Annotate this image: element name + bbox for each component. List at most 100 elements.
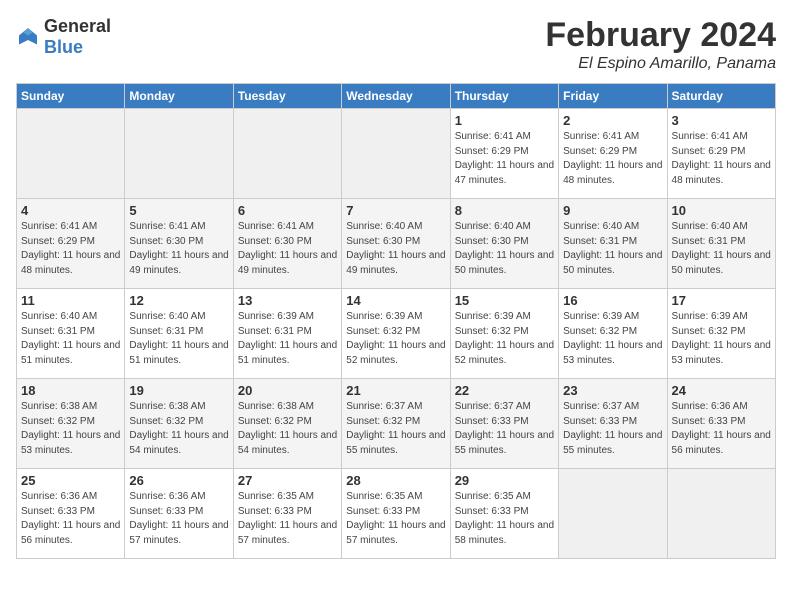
calendar-cell: 3 Sunrise: 6:41 AMSunset: 6:29 PMDayligh… [667, 109, 775, 199]
calendar-cell [667, 469, 775, 559]
day-info: Sunrise: 6:41 AMSunset: 6:29 PMDaylight:… [21, 221, 120, 276]
calendar-cell: 6 Sunrise: 6:41 AMSunset: 6:30 PMDayligh… [233, 199, 341, 289]
day-number: 27 [238, 473, 337, 488]
day-info: Sunrise: 6:38 AMSunset: 6:32 PMDaylight:… [129, 401, 228, 456]
day-info: Sunrise: 6:39 AMSunset: 6:32 PMDaylight:… [563, 311, 662, 366]
logo-general-text: General [44, 16, 111, 36]
day-info: Sunrise: 6:39 AMSunset: 6:32 PMDaylight:… [455, 311, 554, 366]
day-info: Sunrise: 6:41 AMSunset: 6:29 PMDaylight:… [563, 131, 662, 186]
day-number: 26 [129, 473, 228, 488]
day-number: 23 [563, 383, 662, 398]
day-number: 24 [672, 383, 771, 398]
day-number: 25 [21, 473, 120, 488]
calendar-cell: 23 Sunrise: 6:37 AMSunset: 6:33 PMDaylig… [559, 379, 667, 469]
day-info: Sunrise: 6:36 AMSunset: 6:33 PMDaylight:… [21, 491, 120, 546]
calendar-cell [233, 109, 341, 199]
day-info: Sunrise: 6:35 AMSunset: 6:33 PMDaylight:… [238, 491, 337, 546]
day-info: Sunrise: 6:41 AMSunset: 6:29 PMDaylight:… [455, 131, 554, 186]
day-number: 18 [21, 383, 120, 398]
weekday-header-monday: Monday [125, 84, 233, 109]
weekday-header-tuesday: Tuesday [233, 84, 341, 109]
calendar-cell: 29 Sunrise: 6:35 AMSunset: 6:33 PMDaylig… [450, 469, 558, 559]
day-info: Sunrise: 6:37 AMSunset: 6:33 PMDaylight:… [563, 401, 662, 456]
day-number: 1 [455, 113, 554, 128]
calendar-cell: 25 Sunrise: 6:36 AMSunset: 6:33 PMDaylig… [17, 469, 125, 559]
day-number: 17 [672, 293, 771, 308]
weekday-header-sunday: Sunday [17, 84, 125, 109]
day-number: 2 [563, 113, 662, 128]
day-info: Sunrise: 6:41 AMSunset: 6:30 PMDaylight:… [129, 221, 228, 276]
logo-blue-text: Blue [44, 37, 83, 57]
calendar-cell [559, 469, 667, 559]
day-info: Sunrise: 6:40 AMSunset: 6:30 PMDaylight:… [455, 221, 554, 276]
calendar-cell: 19 Sunrise: 6:38 AMSunset: 6:32 PMDaylig… [125, 379, 233, 469]
day-number: 13 [238, 293, 337, 308]
calendar-cell: 2 Sunrise: 6:41 AMSunset: 6:29 PMDayligh… [559, 109, 667, 199]
calendar-cell: 26 Sunrise: 6:36 AMSunset: 6:33 PMDaylig… [125, 469, 233, 559]
day-info: Sunrise: 6:40 AMSunset: 6:30 PMDaylight:… [346, 221, 445, 276]
day-info: Sunrise: 6:40 AMSunset: 6:31 PMDaylight:… [129, 311, 228, 366]
calendar-cell: 10 Sunrise: 6:40 AMSunset: 6:31 PMDaylig… [667, 199, 775, 289]
calendar-cell: 12 Sunrise: 6:40 AMSunset: 6:31 PMDaylig… [125, 289, 233, 379]
day-info: Sunrise: 6:37 AMSunset: 6:32 PMDaylight:… [346, 401, 445, 456]
calendar-cell: 1 Sunrise: 6:41 AMSunset: 6:29 PMDayligh… [450, 109, 558, 199]
calendar-cell [125, 109, 233, 199]
day-number: 11 [21, 293, 120, 308]
day-info: Sunrise: 6:41 AMSunset: 6:29 PMDaylight:… [672, 131, 771, 186]
calendar-cell: 20 Sunrise: 6:38 AMSunset: 6:32 PMDaylig… [233, 379, 341, 469]
day-number: 7 [346, 203, 445, 218]
calendar-cell: 13 Sunrise: 6:39 AMSunset: 6:31 PMDaylig… [233, 289, 341, 379]
day-info: Sunrise: 6:39 AMSunset: 6:32 PMDaylight:… [672, 311, 771, 366]
calendar-cell: 8 Sunrise: 6:40 AMSunset: 6:30 PMDayligh… [450, 199, 558, 289]
day-number: 5 [129, 203, 228, 218]
calendar-cell: 4 Sunrise: 6:41 AMSunset: 6:29 PMDayligh… [17, 199, 125, 289]
calendar-cell: 17 Sunrise: 6:39 AMSunset: 6:32 PMDaylig… [667, 289, 775, 379]
weekday-header-wednesday: Wednesday [342, 84, 450, 109]
calendar-cell: 11 Sunrise: 6:40 AMSunset: 6:31 PMDaylig… [17, 289, 125, 379]
day-info: Sunrise: 6:36 AMSunset: 6:33 PMDaylight:… [672, 401, 771, 456]
logo: General Blue [16, 16, 111, 58]
day-number: 6 [238, 203, 337, 218]
location-title: El Espino Amarillo, Panama [545, 55, 776, 73]
calendar-cell: 7 Sunrise: 6:40 AMSunset: 6:30 PMDayligh… [342, 199, 450, 289]
day-info: Sunrise: 6:35 AMSunset: 6:33 PMDaylight:… [455, 491, 554, 546]
calendar-cell: 22 Sunrise: 6:37 AMSunset: 6:33 PMDaylig… [450, 379, 558, 469]
day-number: 10 [672, 203, 771, 218]
day-info: Sunrise: 6:41 AMSunset: 6:30 PMDaylight:… [238, 221, 337, 276]
day-info: Sunrise: 6:37 AMSunset: 6:33 PMDaylight:… [455, 401, 554, 456]
day-info: Sunrise: 6:39 AMSunset: 6:32 PMDaylight:… [346, 311, 445, 366]
calendar-cell [17, 109, 125, 199]
calendar-cell: 27 Sunrise: 6:35 AMSunset: 6:33 PMDaylig… [233, 469, 341, 559]
day-info: Sunrise: 6:35 AMSunset: 6:33 PMDaylight:… [346, 491, 445, 546]
day-number: 29 [455, 473, 554, 488]
calendar-cell: 18 Sunrise: 6:38 AMSunset: 6:32 PMDaylig… [17, 379, 125, 469]
header: General Blue February 2024 El Espino Ama… [16, 16, 776, 73]
day-info: Sunrise: 6:40 AMSunset: 6:31 PMDaylight:… [21, 311, 120, 366]
day-number: 8 [455, 203, 554, 218]
calendar-table: SundayMondayTuesdayWednesdayThursdayFrid… [16, 83, 776, 559]
calendar-cell: 9 Sunrise: 6:40 AMSunset: 6:31 PMDayligh… [559, 199, 667, 289]
day-number: 19 [129, 383, 228, 398]
logo-icon [16, 25, 40, 49]
calendar-cell: 24 Sunrise: 6:36 AMSunset: 6:33 PMDaylig… [667, 379, 775, 469]
day-info: Sunrise: 6:38 AMSunset: 6:32 PMDaylight:… [21, 401, 120, 456]
weekday-header-thursday: Thursday [450, 84, 558, 109]
day-number: 12 [129, 293, 228, 308]
day-number: 28 [346, 473, 445, 488]
day-number: 16 [563, 293, 662, 308]
calendar-cell: 14 Sunrise: 6:39 AMSunset: 6:32 PMDaylig… [342, 289, 450, 379]
weekday-header-friday: Friday [559, 84, 667, 109]
calendar-cell: 21 Sunrise: 6:37 AMSunset: 6:32 PMDaylig… [342, 379, 450, 469]
weekday-header-saturday: Saturday [667, 84, 775, 109]
title-area: February 2024 El Espino Amarillo, Panama [545, 16, 776, 73]
day-number: 3 [672, 113, 771, 128]
day-number: 20 [238, 383, 337, 398]
day-number: 22 [455, 383, 554, 398]
day-number: 15 [455, 293, 554, 308]
day-number: 4 [21, 203, 120, 218]
day-number: 21 [346, 383, 445, 398]
day-info: Sunrise: 6:40 AMSunset: 6:31 PMDaylight:… [563, 221, 662, 276]
day-number: 9 [563, 203, 662, 218]
calendar-cell: 28 Sunrise: 6:35 AMSunset: 6:33 PMDaylig… [342, 469, 450, 559]
calendar-cell: 5 Sunrise: 6:41 AMSunset: 6:30 PMDayligh… [125, 199, 233, 289]
